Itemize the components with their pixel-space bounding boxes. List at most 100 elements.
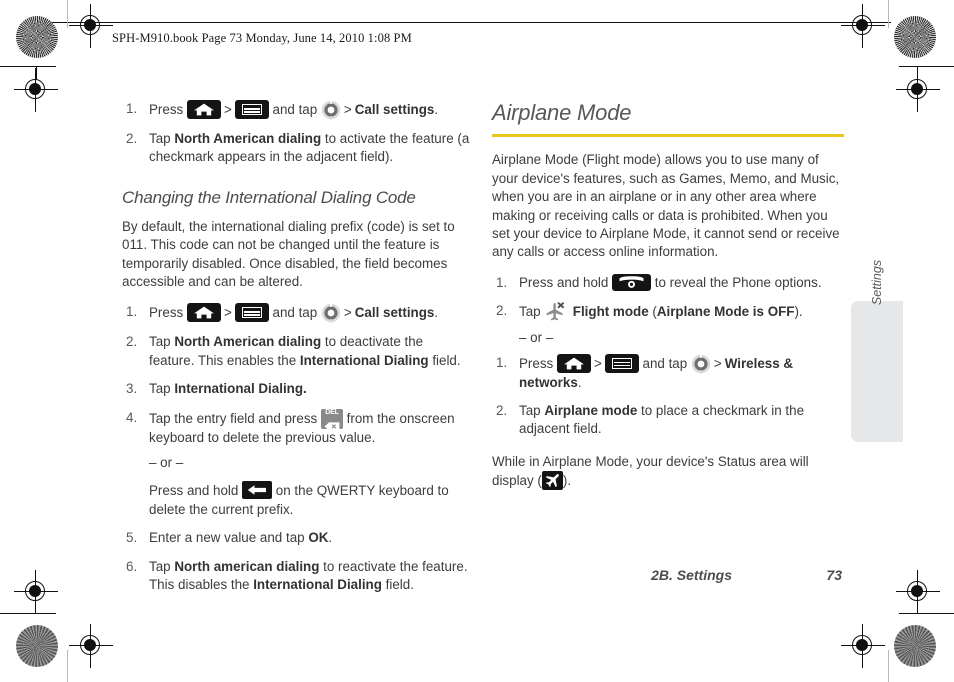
step-text: Press <box>149 305 187 321</box>
step-text: Enter a new value and tap <box>149 530 309 546</box>
step-text <box>565 304 572 319</box>
home-key-icon <box>556 353 591 373</box>
subsection-title: Changing the International Dialing Code <box>122 187 416 207</box>
closing-paragraph: While in Airplane Mode, your device's St… <box>492 453 844 491</box>
crop-line-right-vertical <box>888 0 890 28</box>
list-item: Press > and tap > Call settings. <box>122 100 472 120</box>
home-key-icon <box>186 100 221 119</box>
separator-gt: > <box>713 355 722 371</box>
del-key-icon: DEL <box>320 408 343 431</box>
list-item: Enter a new value and tap OK. <box>122 529 472 548</box>
ui-label-airplane-mode: Airplane mode <box>544 403 638 419</box>
crop-line-left-vertical <box>67 0 69 28</box>
step-text: field. <box>381 577 414 593</box>
power-key-icon <box>612 273 652 291</box>
menu-key-icon <box>234 303 269 323</box>
settings-gear-icon <box>321 100 341 120</box>
list-item: Tap Flight mode (Airplane Mode is OFF). … <box>492 302 844 347</box>
ui-label-call-settings: Call settings <box>354 305 435 321</box>
step-text: and tap <box>268 102 321 117</box>
steps-list-wireless-networks: Press > and tap > Wireless & networks. Ta… <box>492 353 844 439</box>
list-item: Tap International Dialing. <box>122 380 472 399</box>
registration-mark-lower-right <box>896 570 940 614</box>
step-text: Tap <box>149 558 175 574</box>
ui-label-international-dialing: International Dialing <box>253 577 382 593</box>
color-burst-mark-bottom-left <box>16 625 58 667</box>
footer-page-number: 73 <box>826 567 842 583</box>
page-title: Airplane Mode <box>492 100 632 125</box>
step-text: . <box>434 102 439 117</box>
list-item: Press and hold to reveal the Phone optio… <box>492 273 844 293</box>
step-text: . <box>328 530 333 546</box>
step-text: Tap <box>149 381 175 397</box>
step-text: Tap the entry field and press <box>149 410 321 426</box>
registration-mark-bottom-right <box>841 624 885 668</box>
list-item: Tap North American dialing to activate t… <box>122 130 472 167</box>
separator-gt: > <box>223 305 232 321</box>
ui-label-international-dialing: International Dialing. <box>174 381 307 397</box>
steps-list-main: Press > and tap > Call settings. Tap Nort… <box>122 303 472 594</box>
list-item: Tap the entry field and press DEL from t… <box>122 408 472 520</box>
step-text: Tap <box>519 304 545 320</box>
menu-key-icon <box>234 100 269 119</box>
steps-list-top: Press > and tap > Call settings. Tap Nort… <box>122 100 472 167</box>
intro-paragraph: By default, the international dialing pr… <box>122 218 455 290</box>
step-text: Press <box>149 102 187 117</box>
settings-gear-icon <box>321 303 341 324</box>
step-text: to reveal the Phone options. <box>651 274 822 290</box>
step-text: . <box>577 374 582 390</box>
registration-mark-bottom-left <box>69 624 113 668</box>
ui-label-international-dialing: International Dialing <box>299 352 429 368</box>
list-item: Press > and tap > Call settings. <box>122 303 472 324</box>
airplane-status-icon <box>541 471 563 491</box>
or-separator: – or – <box>149 455 184 471</box>
list-item: Tap North american dialing to reactivate… <box>122 558 472 595</box>
color-burst-mark-top-left <box>16 16 58 58</box>
crop-line-top-left <box>0 66 56 68</box>
separator-gt: > <box>593 355 602 371</box>
ui-label-north-american-dialing: North american dialing <box>174 558 320 574</box>
step-text: ( <box>648 304 657 320</box>
registration-mark-top-left <box>69 4 113 48</box>
closing-text-after: ). <box>562 473 572 489</box>
book-file-header: SPH-M910.book Page 73 Monday, June 14, 2… <box>112 31 412 45</box>
chapter-side-tab: Settings <box>851 260 903 442</box>
step-text: Press and hold <box>149 483 243 499</box>
crop-line-left-vertical-bottom <box>67 650 69 682</box>
steps-list-phone-options: Press and hold to reveal the Phone optio… <box>492 273 844 348</box>
backspace-key-icon <box>242 481 273 500</box>
footer-chapter-label: 2B. Settings <box>651 567 732 583</box>
registration-mark-mid-left <box>14 68 58 112</box>
alternate-instruction: Press and hold on the QWERTY keyboard to… <box>149 481 472 519</box>
crop-line-top <box>36 22 891 24</box>
list-item: Tap Airplane mode to place a checkmark i… <box>492 402 844 439</box>
ui-label-call-settings: Call settings <box>354 102 435 117</box>
separator-gt: > <box>343 102 352 117</box>
registration-mark-top-right <box>841 4 885 48</box>
right-column: Airplane Mode Airplane Mode (Flight mode… <box>492 100 844 503</box>
step-text: . <box>434 305 439 321</box>
title-accent-rule <box>492 134 844 138</box>
step-text: and tap <box>638 355 691 371</box>
ui-label-north-american-dialing: North American dialing <box>174 334 322 350</box>
settings-gear-icon <box>691 354 711 374</box>
crop-line-right-vertical-bottom <box>888 650 890 682</box>
separator-gt: > <box>223 102 232 117</box>
step-text: Press and hold <box>519 274 613 290</box>
ui-label-ok: OK <box>308 530 329 546</box>
ui-label-flight-mode: Flight mode <box>572 304 649 320</box>
home-key-icon <box>186 303 221 323</box>
chapter-side-tab-label: Settings <box>870 259 884 306</box>
step-text: Tap <box>149 334 175 350</box>
crop-line-top-right <box>899 66 954 68</box>
airplane-mode-intro-paragraph: Airplane Mode (Flight mode) allows you t… <box>492 152 840 260</box>
closing-text-before: While in Airplane Mode, your device's St… <box>492 453 809 489</box>
color-burst-mark-top-right <box>894 16 936 58</box>
color-burst-mark-bottom-right <box>894 625 936 667</box>
list-item: Tap North American dialing to deactivate… <box>122 333 472 370</box>
step-text: Tap <box>149 131 175 146</box>
registration-mark-mid-right <box>896 68 940 112</box>
step-text: Tap <box>519 403 545 419</box>
step-text: and tap <box>268 305 321 321</box>
separator-gt: > <box>343 305 352 321</box>
